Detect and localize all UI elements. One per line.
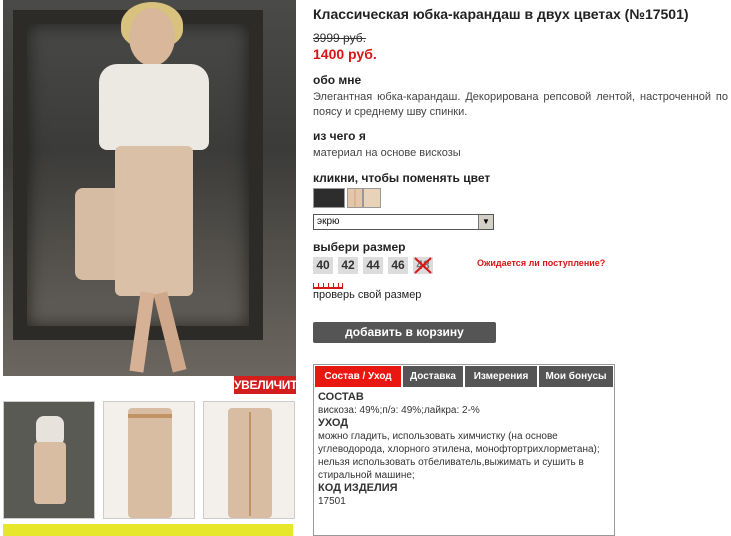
product-code-heading: КОД ИЗДЕЛИЯ xyxy=(318,482,398,494)
color-select[interactable]: экрю ▼ xyxy=(313,214,494,230)
old-price: 3999 руб. xyxy=(313,31,366,45)
model-skirt xyxy=(115,146,193,296)
thumb-belt xyxy=(128,414,172,418)
composition-text: вискоза: 49%;п/э: 49%;лайкра: 2-% xyxy=(318,405,480,416)
care-text: можно гладить, использовать химчистку (н… xyxy=(318,431,600,481)
material-heading: из чего я xyxy=(313,129,366,143)
thumb-seam xyxy=(249,412,251,516)
tab-bonuses[interactable]: Мои бонусы xyxy=(539,366,613,387)
model-blouse xyxy=(99,64,209,150)
chevron-down-icon[interactable]: ▼ xyxy=(478,215,493,229)
tab-content: СОСТАВ вискоза: 49%;п/э: 49%;лайкра: 2-%… xyxy=(318,391,608,508)
color-heading: кликни, чтобы поменять цвет xyxy=(313,171,491,185)
size-option-46[interactable]: 46 xyxy=(388,257,408,274)
size-option-48-unavailable[interactable]: 48 xyxy=(413,257,433,274)
product-code-value: 17501 xyxy=(318,496,346,507)
availability-link[interactable]: Ожидается ли поступление? xyxy=(477,258,605,268)
material-text: материал на основе вискозы xyxy=(313,147,461,159)
composition-heading: СОСТАВ xyxy=(318,391,364,403)
color-select-value: экрю xyxy=(317,216,340,227)
check-size-link[interactable]: проверь свой размер xyxy=(313,289,421,301)
size-option-42[interactable]: 42 xyxy=(338,257,358,274)
new-price: 1400 руб. xyxy=(313,46,377,62)
color-swatch-black[interactable] xyxy=(313,188,345,208)
color-swatch-ecru-taped[interactable] xyxy=(347,188,363,208)
size-option-44[interactable]: 44 xyxy=(363,257,383,274)
care-heading: УХОД xyxy=(318,417,349,429)
color-swatch-ecru[interactable] xyxy=(363,188,381,208)
product-title: Классическая юбка-карандаш в двух цветах… xyxy=(313,6,689,22)
tab-composition-care[interactable]: Состав / Уход xyxy=(315,366,401,387)
thumbnail-skirt-back[interactable] xyxy=(203,401,295,519)
size-option-40[interactable]: 40 xyxy=(313,257,333,274)
zoom-button[interactable]: УВЕЛИЧИТЬ xyxy=(234,376,306,394)
tab-delivery[interactable]: Доставка xyxy=(403,366,463,387)
about-heading: обо мне xyxy=(313,73,362,87)
add-to-cart-button[interactable]: добавить в корзину xyxy=(313,322,496,343)
thumb-skirt xyxy=(34,442,66,504)
cross-out-icon xyxy=(414,257,432,274)
thumbnail-skirt-front[interactable] xyxy=(103,401,195,519)
model-head xyxy=(129,8,175,66)
about-text: Элегантная юбка-карандаш. Декорирована р… xyxy=(313,91,728,118)
thumbnail-strip xyxy=(3,401,296,519)
thumbnail-front[interactable] xyxy=(3,401,95,519)
bottom-banner-strip xyxy=(3,524,293,536)
tab-bar: Состав / Уход Доставка Измерения Мои бон… xyxy=(315,366,613,387)
main-product-photo[interactable] xyxy=(3,0,296,376)
size-heading: выбери размер xyxy=(313,240,406,254)
info-tabs-panel: Состав / Уход Доставка Измерения Мои бон… xyxy=(313,364,615,536)
thumb-skirt xyxy=(128,408,172,518)
tab-measurements[interactable]: Измерения xyxy=(465,366,537,387)
